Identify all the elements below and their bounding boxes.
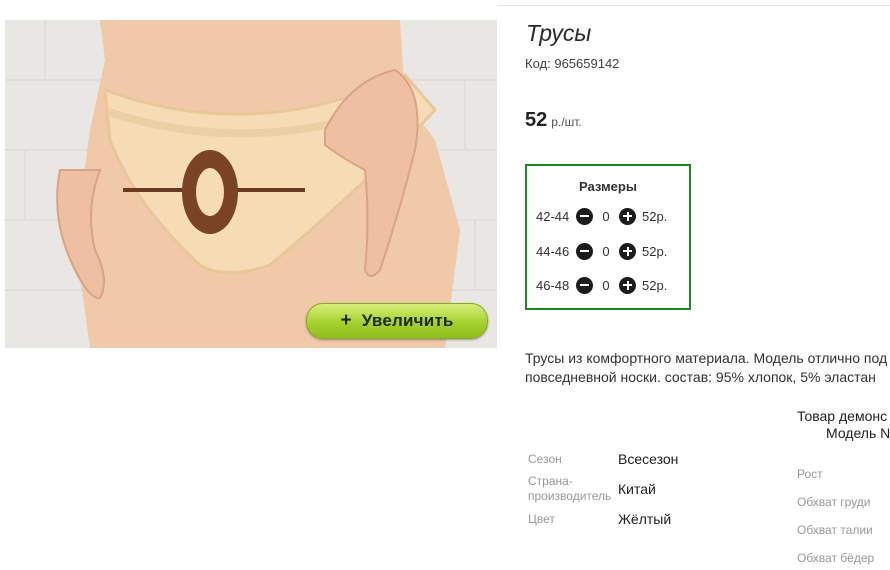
product-description: Трусы из комфортного материала. Модель о… [525,349,887,387]
sizes-title: Размеры [579,179,637,194]
size-price: 52р. [642,208,668,224]
size-label: 44-46 [536,243,570,259]
product-image [5,20,497,348]
plus-icon[interactable] [619,276,636,294]
size-quantity: 0 [602,243,610,259]
product-code-label: Код: [525,56,551,71]
product-photo[interactable]: + Увеличить [5,20,497,348]
description-line: Трусы из комфортного материала. Модель о… [525,350,888,366]
attr-value-country: Китай [618,481,656,497]
measure-waist: Обхват талии [797,523,873,537]
measure-height: Рост [797,467,823,481]
top-divider [497,5,890,6]
minus-icon[interactable] [576,276,593,294]
zoom-button-label: Увеличить [361,311,454,330]
size-row: 42-44 0 52р. [536,206,667,226]
measure-hips: Обхват бёдер [797,551,875,565]
plus-icon: + [340,310,352,331]
product-code: Код: 965659142 [525,56,619,71]
size-quantity: 0 [602,277,610,293]
product-code-value: 965659142 [554,56,620,71]
measure-chest: Обхват груди [797,495,871,509]
plus-icon[interactable] [619,207,636,225]
sizes-box: Размеры 42-44 0 52р. 44-46 0 52р. 46-48 … [525,164,691,310]
size-price: 52р. [642,243,668,259]
size-price: 52р. [642,277,668,293]
description-line: повседневной носки. состав: 95% хлопок, … [525,369,876,385]
size-row: 44-46 0 52р. [536,241,667,261]
size-quantity: 0 [602,208,610,224]
model-note: Товар демонс [797,408,888,424]
size-row: 46-48 0 52р. [536,275,667,295]
attr-label-season: Сезон [528,452,562,466]
minus-icon[interactable] [576,207,593,225]
attr-label-country-line: производитель [528,489,612,503]
product-title: Трусы [526,20,592,46]
attr-label-country-line: Страна- [528,474,573,488]
size-label: 42-44 [536,208,570,224]
minus-icon[interactable] [576,242,593,260]
size-label: 46-48 [536,277,570,293]
zoom-button[interactable]: + Увеличить [306,303,488,339]
attr-value-color: Жёлтый [618,511,672,527]
plus-icon[interactable] [619,242,636,260]
model-name: Модель N [826,425,890,441]
product-price: 52 р./шт. [525,109,582,132]
price-value: 52 [525,109,548,131]
price-unit: р./шт. [551,115,582,129]
attr-label-country: Страна- производитель [528,474,611,504]
attr-value-season: Всесезон [618,451,679,467]
attr-label-color: Цвет [528,512,555,526]
